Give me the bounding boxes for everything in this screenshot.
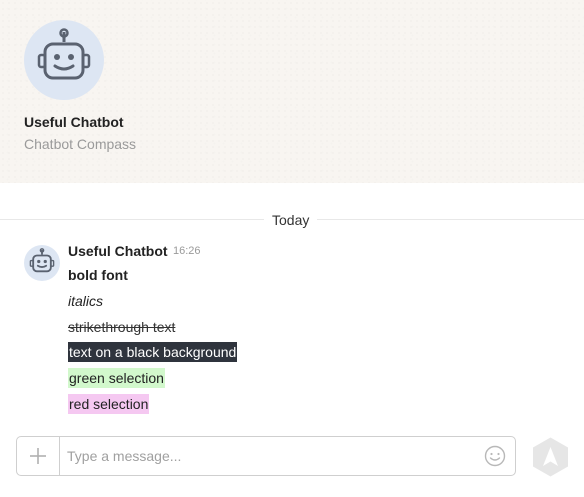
chat-header: Useful Chatbot Chatbot Compass	[0, 0, 584, 183]
message-composer	[16, 436, 516, 476]
message-input[interactable]	[67, 445, 467, 467]
add-attachment-button[interactable]	[17, 437, 60, 475]
plus-icon	[30, 448, 46, 464]
message-author: Useful Chatbot	[68, 243, 168, 259]
message-line-strikethrough: strikethrough text	[68, 319, 176, 335]
message-line-bold: bold font	[68, 267, 128, 283]
smiley-icon[interactable]	[484, 445, 506, 467]
bot-avatar	[24, 20, 104, 100]
robot-icon	[29, 248, 55, 273]
message-avatar	[24, 245, 60, 281]
message-timestamp: 16:26	[173, 245, 201, 257]
robot-icon	[37, 28, 91, 80]
send-arrow-icon[interactable]	[532, 437, 569, 477]
bot-name: Useful Chatbot	[24, 114, 124, 130]
message-line-black-background: text on a black background	[68, 342, 238, 362]
message-line-red-highlight: red selection	[68, 394, 150, 414]
message-line-green-highlight: green selection	[68, 368, 165, 388]
bot-subtitle: Chatbot Compass	[24, 136, 137, 152]
message-line-italic: italics	[68, 293, 104, 309]
date-divider-label: Today	[264, 212, 318, 228]
